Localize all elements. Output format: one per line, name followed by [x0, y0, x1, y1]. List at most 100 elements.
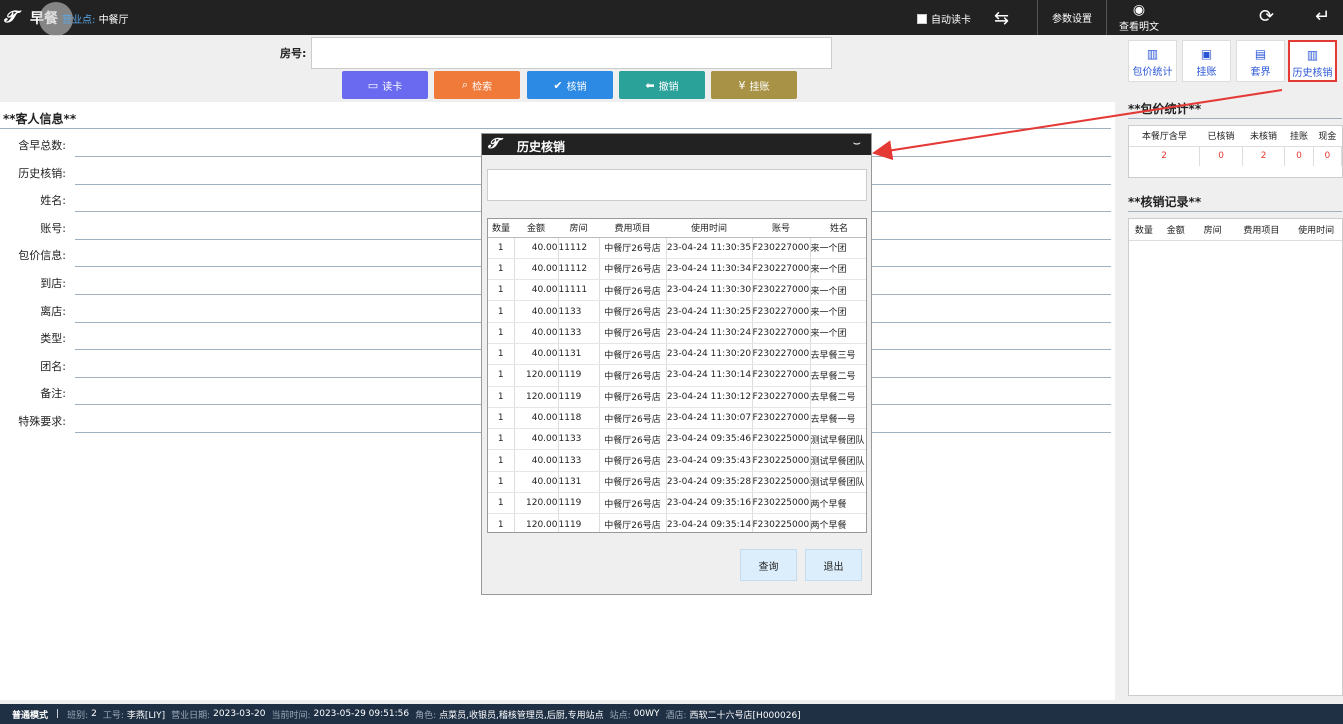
table-row[interactable]: 1 120.00 1119 中餐厅26号店 23-04-24 09:35:14 F2302… — [488, 513, 866, 532]
staff-value: 李燕[LIY] — [126, 710, 166, 721]
history-cell: 中餐厅26号店 — [599, 492, 667, 515]
records-table[interactable]: 数量 金额 房间 费用项目 使用时间 — [1128, 218, 1343, 696]
history-cell: 1 — [488, 258, 515, 281]
table-row[interactable]: 1 40.00 1131 中餐厅26号店 23-04-24 11:30:20 F23022… — [488, 343, 866, 366]
guest-field-label: 含早总数: — [18, 139, 66, 152]
auto-read-checkbox[interactable]: 自动读卡 — [917, 11, 971, 26]
view-plain-button[interactable]: ◉ 查看明文 — [1116, 2, 1162, 34]
history-cell: 1 — [488, 386, 515, 408]
history-cell: 1 — [488, 428, 515, 451]
history-cell: 1133 — [558, 428, 600, 451]
set-meal-button[interactable]: ▤ 套界 — [1236, 40, 1285, 82]
history-cell: 中餐厅26号店 — [599, 279, 667, 302]
staff-key: 工号: — [102, 710, 124, 721]
records-header: 数量 金额 房间 费用项目 使用时间 — [1129, 219, 1342, 241]
history-cell: 40.00 — [514, 279, 559, 302]
table-row[interactable]: 1 40.00 1133 中餐厅26号店 23-04-24 11:30:24 F23022… — [488, 322, 866, 344]
top-bar: 𝓣 早餐 营业点: 中餐厅 自动读卡 ⇆ 参数设置 ◉ 查看明文 ⟳ ↵ — [0, 0, 1343, 36]
table-row[interactable]: 1 40.00 1131 中餐厅26号店 23-04-24 09:35:28 F23022… — [488, 471, 866, 494]
role-value: 点菜员,收银员,稽核管理员,后厨,专用站点 — [439, 710, 604, 721]
history-cell: 1 — [488, 449, 515, 472]
history-cell: 11111 — [558, 279, 600, 302]
card-icon: ▤ — [1254, 47, 1267, 61]
guest-field-label: 离店: — [40, 304, 66, 318]
history-cell: 来一个团 — [810, 258, 866, 281]
table-row[interactable]: 1 120.00 1119 中餐厅26号店 23-04-24 09:35:16 F2302… — [488, 492, 866, 515]
undo-button[interactable]: ⬅ 撤销 — [619, 71, 705, 99]
param-settings-button[interactable]: 参数设置 — [1037, 0, 1107, 35]
time-key: 当前时间: — [271, 710, 311, 721]
outlet-value: 中餐厅 — [98, 15, 129, 26]
history-cell: 两个早餐 — [810, 513, 866, 532]
history-cell: 1133 — [558, 300, 600, 323]
history-verify-label: 历史核销 — [1292, 68, 1333, 79]
time-value: 2023-05-29 09:51:56 — [313, 709, 410, 719]
history-cell: F2302250002 — [752, 513, 811, 532]
back-icon[interactable]: ↵ — [1315, 6, 1330, 27]
auto-read-label: 自动读卡 — [931, 15, 971, 26]
history-verify-button[interactable]: ▥ 历史核销 — [1288, 40, 1337, 82]
records-header-cell: 使用时间 — [1298, 226, 1335, 236]
history-cell: 去早餐一号 — [810, 407, 866, 430]
history-cell: 去早餐三号 — [810, 343, 866, 366]
exit-button[interactable]: 退出 — [805, 549, 862, 581]
eye-icon: ◉ — [1132, 2, 1146, 18]
query-button[interactable]: 查询 — [740, 549, 797, 581]
close-eye-icon[interactable]: ⌣ — [852, 136, 861, 151]
charge-button[interactable]: ▣ 挂账 — [1182, 40, 1231, 82]
stats-value-cell: 2 — [1129, 145, 1201, 166]
history-cell: F2302270007 — [752, 322, 811, 344]
undo-arrow-icon: ⬅ — [645, 78, 655, 92]
undo-label: 撤销 — [658, 81, 679, 93]
history-cell: 1 — [488, 279, 515, 302]
table-row[interactable]: 1 40.00 11112 中餐厅26号店 23-04-24 11:30:34 F2302… — [488, 258, 866, 281]
search-button[interactable]: ⌕ 检索 — [434, 71, 520, 99]
table-row[interactable]: 1 40.00 1133 中餐厅26号店 23-04-24 09:35:43 F23022… — [488, 449, 866, 472]
history-header-cell: 金额 — [514, 219, 558, 238]
refresh-icon[interactable]: ⟳ — [1259, 6, 1274, 27]
records-header-cell: 房间 — [1203, 226, 1222, 236]
query-label: 查询 — [758, 561, 779, 573]
history-cell: F2302270006 — [752, 258, 811, 281]
history-cell: F2302250005 — [752, 449, 811, 472]
history-cell: 23-04-24 09:35:16 — [666, 492, 753, 515]
history-cell: 1119 — [558, 513, 600, 532]
swap-icon[interactable]: ⇆ — [994, 8, 1009, 29]
history-cell: 11112 — [558, 258, 600, 281]
pay-button[interactable]: ¥ 挂账 — [711, 71, 797, 99]
history-table-grid: 数量 金额 房间 费用项目 使用时间 账号 姓名 1 40.00 11112 中餐厅26号店 23-… — [488, 219, 866, 532]
history-cell: 120.00 — [514, 386, 559, 408]
table-row[interactable]: 1 120.00 1119 中餐厅26号店 23-04-24 11:30:14 F2302… — [488, 364, 866, 387]
history-cell: 去早餐二号 — [810, 364, 866, 387]
records-header-cell: 数量 — [1134, 226, 1153, 236]
history-cell: 中餐厅26号店 — [599, 322, 667, 344]
history-header-cell: 房间 — [558, 219, 599, 238]
table-row[interactable]: 1 40.00 1133 中餐厅26号店 23-04-24 09:35:46 F23022… — [488, 428, 866, 451]
charge-label: 挂账 — [1196, 67, 1217, 78]
history-cell: 23-04-24 11:30:12 — [666, 386, 753, 408]
table-row[interactable]: 1 120.00 1119 中餐厅26号店 23-04-24 11:30:12 F2302… — [488, 386, 866, 408]
table-row[interactable]: 1 40.00 11111 中餐厅26号店 23-04-24 11:30:30 F2302… — [488, 279, 866, 302]
history-cell: 23-04-24 09:35:43 — [666, 449, 753, 472]
history-cell: 1 — [488, 237, 515, 259]
history-cell: 1 — [488, 513, 515, 532]
room-input[interactable] — [311, 37, 832, 69]
guest-field-label: 包价信息: — [18, 249, 66, 263]
history-cell: 来一个团 — [810, 322, 866, 344]
pay-label: 挂账 — [749, 81, 770, 93]
guest-field-label: 姓名: — [40, 194, 66, 208]
history-table[interactable]: 数量 金额 房间 费用项目 使用时间 账号 姓名 1 40.00 11112 中餐厅26号店 23-… — [487, 218, 867, 533]
history-cell: F2302270001 — [752, 407, 811, 430]
guest-field-label: 特殊要求: — [18, 415, 66, 428]
verify-button[interactable]: ✔ 核销 — [527, 71, 613, 99]
table-row[interactable]: 1 40.00 1133 中餐厅26号店 23-04-24 11:30:25 F23022… — [488, 300, 866, 323]
search-label: 检索 — [472, 81, 493, 93]
history-cell: 中餐厅26号店 — [599, 407, 667, 430]
dialog-search-input[interactable] — [487, 169, 867, 201]
history-cell: 来一个团 — [810, 279, 866, 302]
read-card-button[interactable]: ▭ 读卡 — [342, 71, 428, 99]
table-row[interactable]: 1 40.00 1118 中餐厅26号店 23-04-24 11:30:07 F23022… — [488, 407, 866, 430]
package-stats-button[interactable]: ▥ 包价统计 — [1128, 40, 1177, 82]
history-cell: 1 — [488, 471, 515, 494]
table-row[interactable]: 1 40.00 11112 中餐厅26号店 23-04-24 11:30:35 F2302… — [488, 237, 866, 259]
